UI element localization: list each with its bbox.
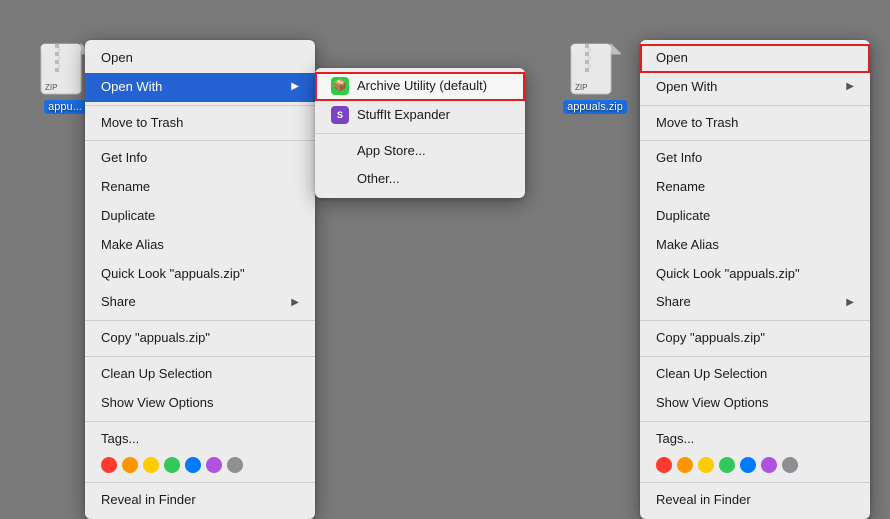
- submenu-sep-1: [315, 133, 525, 134]
- left-tag-green[interactable]: [164, 457, 180, 473]
- left-submenu-archive[interactable]: 📦 Archive Utility (default): [315, 72, 525, 101]
- left-menu-tags-label: Tags...: [85, 425, 315, 454]
- right-menu-tags-label: Tags...: [640, 425, 870, 454]
- right-sep-6: [640, 482, 870, 483]
- zip-file-icon: ZIP: [39, 40, 91, 98]
- left-menu-cleanup[interactable]: Clean Up Selection: [85, 360, 315, 389]
- right-tag-yellow[interactable]: [698, 457, 714, 473]
- left-menu-quick-look[interactable]: Quick Look "appuals.zip": [85, 260, 315, 289]
- right-tag-green[interactable]: [719, 457, 735, 473]
- left-menu-reveal[interactable]: Reveal in Finder: [85, 486, 315, 515]
- right-menu-copy[interactable]: Copy "appuals.zip": [640, 324, 870, 353]
- right-sep-5: [640, 421, 870, 422]
- archive-utility-label: Archive Utility (default): [357, 76, 487, 97]
- archive-utility-icon: 📦: [331, 77, 349, 95]
- left-menu-copy[interactable]: Copy "appuals.zip": [85, 324, 315, 353]
- right-sep-2: [640, 140, 870, 141]
- left-menu-show-view[interactable]: Show View Options: [85, 389, 315, 418]
- left-file-label: appu...: [44, 100, 86, 114]
- left-submenu-stuffit[interactable]: S StuffIt Expander: [315, 101, 525, 130]
- left-sep-1: [85, 105, 315, 106]
- left-sep-3: [85, 320, 315, 321]
- right-menu-open[interactable]: Open: [640, 44, 870, 73]
- left-sep-4: [85, 356, 315, 357]
- right-tag-red[interactable]: [656, 457, 672, 473]
- left-sep-2: [85, 140, 315, 141]
- right-file-label: appuals.zip: [563, 100, 627, 114]
- svg-text:ZIP: ZIP: [45, 83, 57, 92]
- appstore-label: App Store...: [357, 141, 426, 162]
- left-menu-rename[interactable]: Rename: [85, 173, 315, 202]
- left-tags-row: [85, 453, 315, 479]
- right-menu-get-info[interactable]: Get Info: [640, 144, 870, 173]
- left-menu-duplicate[interactable]: Duplicate: [85, 202, 315, 231]
- left-submenu-appstore[interactable]: App Store...: [315, 137, 525, 166]
- other-label: Other...: [357, 169, 400, 190]
- left-menu-make-alias[interactable]: Make Alias: [85, 231, 315, 260]
- left-tag-purple[interactable]: [206, 457, 222, 473]
- right-menu-make-alias[interactable]: Make Alias: [640, 231, 870, 260]
- right-menu-share[interactable]: Share ▶: [640, 288, 870, 317]
- left-tag-orange[interactable]: [122, 457, 138, 473]
- left-context-menu: Open Open With ▶ Move to Trash Get Info …: [85, 40, 315, 519]
- right-menu-quick-look[interactable]: Quick Look "appuals.zip": [640, 260, 870, 289]
- right-menu-reveal[interactable]: Reveal in Finder: [640, 486, 870, 515]
- left-menu-open-with[interactable]: Open With ▶: [85, 73, 315, 102]
- left-menu-share[interactable]: Share ▶: [85, 288, 315, 317]
- desktop: ZIP appu... Open Open With ▶ Move to Tra…: [0, 0, 890, 504]
- right-sep-1: [640, 105, 870, 106]
- left-menu-get-info[interactable]: Get Info: [85, 144, 315, 173]
- left-submenu: 📦 Archive Utility (default) S StuffIt Ex…: [315, 68, 525, 198]
- left-tag-gray[interactable]: [227, 457, 243, 473]
- right-menu-rename[interactable]: Rename: [640, 173, 870, 202]
- right-tags-row: [640, 453, 870, 479]
- right-tag-orange[interactable]: [677, 457, 693, 473]
- svg-text:ZIP: ZIP: [575, 83, 587, 92]
- left-tag-blue[interactable]: [185, 457, 201, 473]
- stuffit-label: StuffIt Expander: [357, 105, 450, 126]
- right-sep-4: [640, 356, 870, 357]
- right-menu-move-trash[interactable]: Move to Trash: [640, 109, 870, 138]
- right-file-icon[interactable]: ZIP appuals.zip: [560, 40, 630, 114]
- left-submenu-other[interactable]: Other...: [315, 165, 525, 194]
- left-menu-open[interactable]: Open: [85, 44, 315, 73]
- stuffit-icon: S: [331, 106, 349, 124]
- right-sep-3: [640, 320, 870, 321]
- left-sep-5: [85, 421, 315, 422]
- right-zip-file-icon: ZIP: [569, 40, 621, 98]
- right-context-menu: Open Open With ▶ Move to Trash Get Info …: [640, 40, 870, 519]
- left-tag-red[interactable]: [101, 457, 117, 473]
- left-sep-6: [85, 482, 315, 483]
- right-menu-cleanup[interactable]: Clean Up Selection: [640, 360, 870, 389]
- right-menu-show-view[interactable]: Show View Options: [640, 389, 870, 418]
- right-menu-duplicate[interactable]: Duplicate: [640, 202, 870, 231]
- right-menu-open-with[interactable]: Open With ▶: [640, 73, 870, 102]
- right-tag-gray[interactable]: [782, 457, 798, 473]
- left-menu-move-trash[interactable]: Move to Trash: [85, 109, 315, 138]
- left-tag-yellow[interactable]: [143, 457, 159, 473]
- right-tag-purple[interactable]: [761, 457, 777, 473]
- right-tag-blue[interactable]: [740, 457, 756, 473]
